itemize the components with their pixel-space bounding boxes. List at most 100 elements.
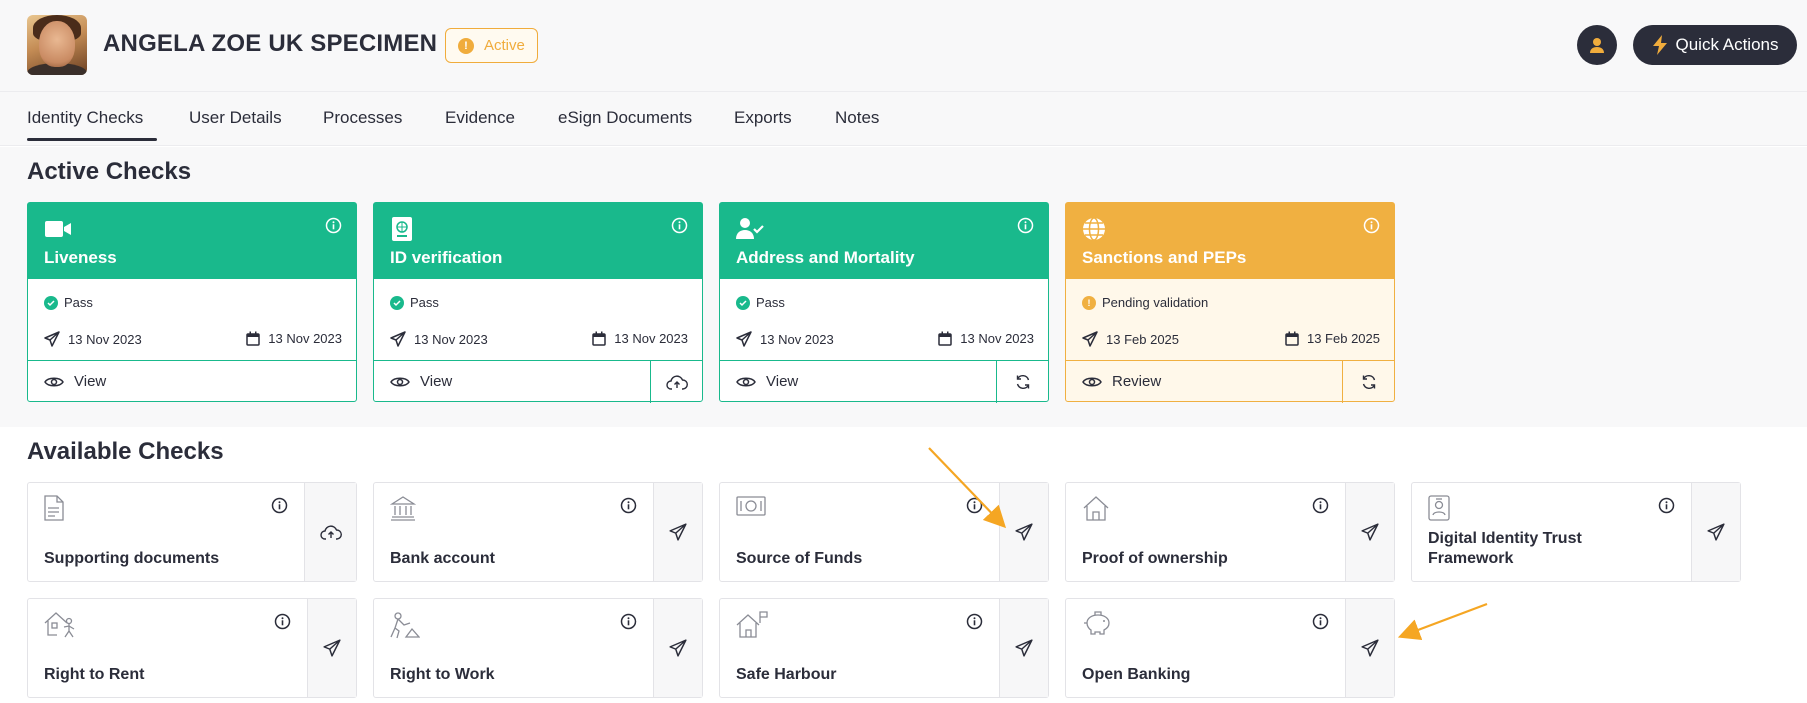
piggy-bank-icon: [1084, 611, 1110, 635]
info-icon[interactable]: [966, 497, 983, 514]
tab-exports[interactable]: Exports: [734, 108, 792, 128]
send-icon: [1082, 331, 1098, 347]
upload-button[interactable]: [650, 361, 702, 403]
check-name: Safe Harbour: [736, 666, 837, 683]
send-button[interactable]: [1345, 599, 1394, 697]
cloud-upload-icon: [665, 375, 688, 390]
status-text: Pass: [64, 295, 93, 310]
tab-bar: Identity Checks User Details Processes E…: [0, 92, 1807, 146]
view-button[interactable]: View: [44, 373, 106, 390]
house-icon: [1083, 496, 1109, 521]
tab-evidence[interactable]: Evidence: [445, 108, 515, 128]
send-icon: [669, 639, 687, 657]
status-badge-label: Active: [484, 37, 525, 54]
refresh-button[interactable]: [996, 361, 1048, 403]
available-check-card-bank-account: Bank account: [373, 482, 703, 582]
eye-icon: [1082, 377, 1102, 386]
check-status: ! Pending validation: [1082, 295, 1208, 310]
id-badge-icon: [1428, 495, 1450, 521]
calendar-date: 13 Nov 2023: [938, 331, 1034, 346]
check-status: Pass: [390, 295, 439, 310]
view-button[interactable]: View: [390, 373, 452, 390]
check-status: Pass: [44, 295, 93, 310]
calendar-date-text: 13 Nov 2023: [614, 331, 688, 346]
refresh-icon: [1362, 375, 1375, 389]
info-icon[interactable]: [274, 613, 291, 630]
send-button[interactable]: [1345, 483, 1394, 581]
send-icon: [1707, 523, 1725, 541]
info-icon[interactable]: [271, 497, 288, 514]
available-check-card-supporting-documents: Supporting documents: [27, 482, 357, 582]
calendar-date: 13 Nov 2023: [246, 331, 342, 346]
check-name: Proof of ownership: [1082, 550, 1228, 567]
send-icon: [1015, 523, 1033, 541]
info-icon[interactable]: [325, 217, 342, 234]
available-check-card-right-to-rent: Right to Rent: [27, 598, 357, 698]
check-name: Sanctions and PEPs: [1082, 248, 1247, 267]
view-button[interactable]: View: [736, 373, 798, 390]
send-icon: [44, 331, 60, 347]
bank-icon: [390, 496, 416, 521]
send-button[interactable]: [653, 599, 702, 697]
active-checks-title: Active Checks: [27, 158, 192, 185]
tab-notes[interactable]: Notes: [835, 108, 879, 128]
sent-date-text: 13 Nov 2023: [760, 331, 834, 347]
active-check-card-id-verification: ID verification Pass 13 Nov 2023 13 Nov …: [373, 202, 703, 403]
review-button[interactable]: Review: [1082, 373, 1161, 390]
send-button[interactable]: [999, 483, 1048, 581]
check-circle-icon: [44, 295, 58, 310]
page-title: ANGELA ZOE UK SPECIMEN: [103, 30, 438, 57]
status-badge: ! Active: [445, 28, 538, 63]
check-circle-icon: [736, 295, 750, 310]
tab-processes[interactable]: Processes: [323, 108, 402, 128]
send-icon: [1361, 523, 1379, 541]
info-icon[interactable]: [620, 613, 637, 630]
info-icon[interactable]: [1017, 217, 1034, 234]
info-icon[interactable]: [1312, 613, 1329, 630]
refresh-icon: [1016, 375, 1029, 389]
status-text: Pending validation: [1102, 295, 1209, 310]
available-check-card-right-to-work: Right to Work: [373, 598, 703, 698]
lightning-icon: [1652, 35, 1667, 55]
check-name: Bank account: [390, 550, 495, 567]
info-icon[interactable]: [671, 217, 688, 234]
check-name: Source of Funds: [736, 550, 863, 567]
calendar-date: 13 Feb 2025: [1285, 331, 1380, 346]
send-button[interactable]: [307, 599, 356, 697]
tab-identity-checks[interactable]: Identity Checks: [27, 108, 143, 128]
info-icon[interactable]: [966, 613, 983, 630]
check-name: Open Banking: [1082, 666, 1191, 683]
info-icon[interactable]: [620, 497, 637, 514]
check-status: Pass: [736, 295, 785, 310]
available-check-card-safe-harbour: Safe Harbour: [719, 598, 1049, 698]
user-button[interactable]: [1577, 25, 1617, 65]
info-icon[interactable]: [1658, 497, 1675, 514]
refresh-button[interactable]: [1342, 361, 1394, 403]
check-name: ID verification: [390, 248, 503, 267]
send-button[interactable]: [1691, 483, 1740, 581]
info-icon[interactable]: [1363, 217, 1380, 234]
upload-button[interactable]: [304, 483, 356, 581]
sent-date: 13 Feb 2025: [1082, 331, 1179, 347]
sent-date-text: 13 Nov 2023: [68, 331, 142, 347]
send-button[interactable]: [999, 599, 1048, 697]
harbour-flag-icon: [736, 611, 768, 638]
quick-actions-button[interactable]: Quick Actions: [1633, 25, 1797, 65]
avatar: [27, 15, 87, 75]
house-person-icon: [44, 612, 75, 638]
sent-date: 13 Nov 2023: [390, 331, 488, 347]
info-icon[interactable]: [1312, 497, 1329, 514]
calendar-date-text: 13 Nov 2023: [268, 331, 342, 346]
tab-user-details[interactable]: User Details: [189, 108, 282, 128]
calendar-icon: [938, 331, 953, 346]
send-button[interactable]: [653, 483, 702, 581]
active-check-card-sanctions-peps: Sanctions and PEPs ! Pending validation 1…: [1065, 202, 1395, 403]
profile-header: ANGELA ZOE UK SPECIMEN ! Active Quick Ac…: [0, 0, 1807, 92]
calendar-icon: [1285, 331, 1299, 346]
check-name: Liveness: [44, 248, 117, 267]
tab-esign-documents[interactable]: eSign Documents: [558, 108, 692, 128]
globe-icon: [1083, 217, 1105, 241]
check-name: Right to Rent: [44, 666, 145, 683]
status-text: Pass: [756, 295, 785, 310]
send-icon: [1361, 639, 1379, 657]
